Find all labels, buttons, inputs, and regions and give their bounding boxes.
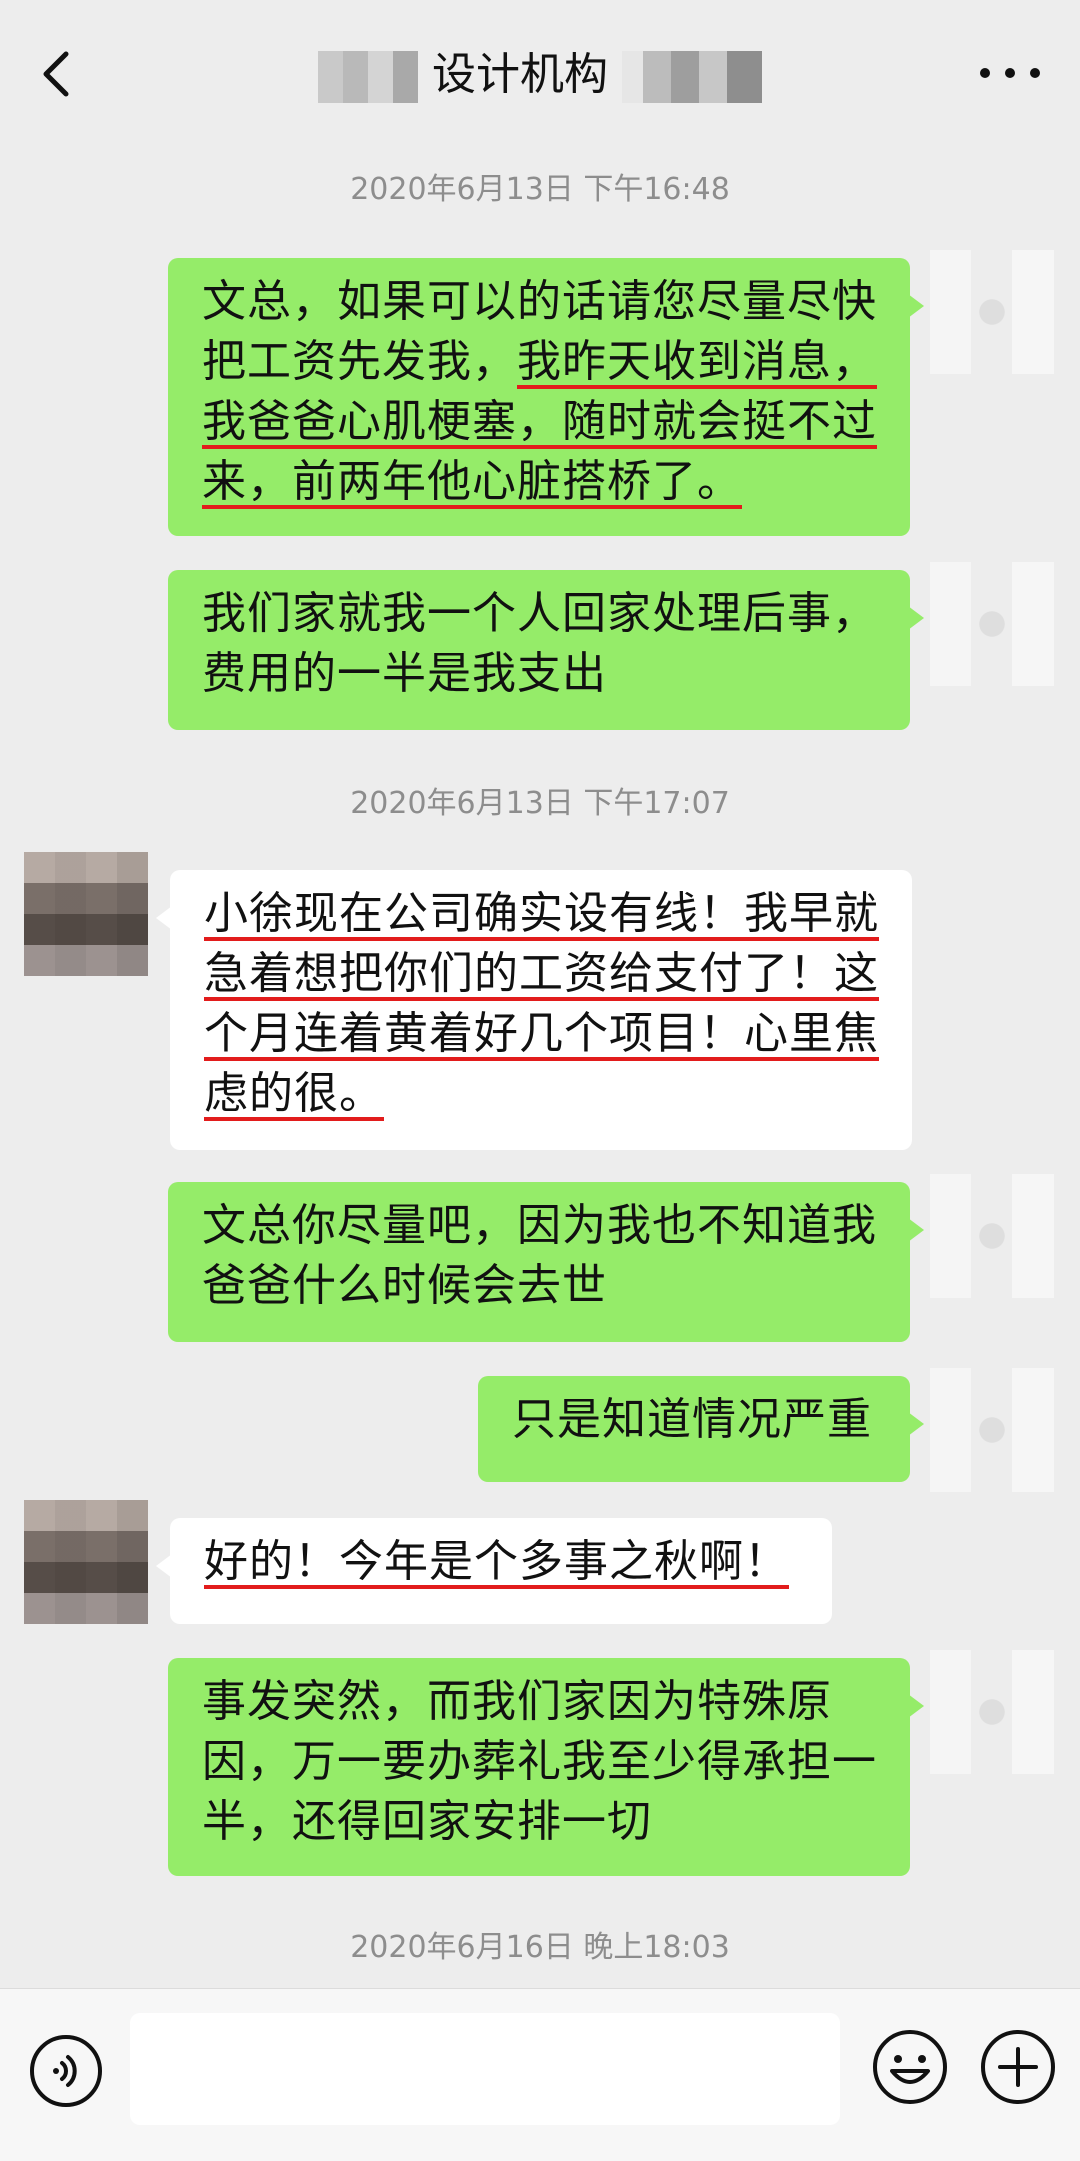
- more-dots-icon[interactable]: [980, 58, 1040, 88]
- timestamp: 2020年6月16日 晚上18:03: [350, 1930, 730, 1965]
- message-text-underlined: 我昨天收到消息，: [517, 336, 877, 387]
- message-text-underlined: 个月连着黄着好几个项目！心里焦: [204, 1008, 879, 1059]
- message-text-line: 我们家就我一个人回家处理后事，: [202, 588, 877, 639]
- redacted-name-mosaic: [622, 51, 762, 103]
- message-text-line: 爸爸什么时候会去世: [202, 1260, 607, 1311]
- input-bar: [0, 1988, 1080, 2161]
- message-text-line: 只是知道情况严重: [512, 1394, 872, 1445]
- message-text-line: 小徐现在公司确实设有线！我早就: [204, 888, 879, 939]
- message-text-underlined: 急着想把你们的工资给支付了！这: [204, 948, 879, 999]
- message-bubble-sent[interactable]: 只是知道情况严重: [478, 1376, 924, 1482]
- message-bubble-sent[interactable]: 事发突然，而我们家因为特殊原 因，万一要办葬礼我至少得承担一 半，还得回家安排一…: [168, 1658, 924, 1876]
- redacted-name-mosaic: [318, 51, 418, 103]
- contact-avatar[interactable]: [24, 1500, 148, 1624]
- message-text-underlined: 来，前两年他心脏搭桥了。: [202, 456, 742, 507]
- message-bubble-received[interactable]: 小徐现在公司确实设有线！我早就 急着想把你们的工资给支付了！这 个月连着黄着好几…: [156, 870, 912, 1150]
- message-text-underlined: 虑的很。: [204, 1068, 384, 1119]
- message-text-underlined: 我爸爸心肌梗塞，随时就会挺不过: [202, 396, 877, 447]
- chat-title-area: 设计机构: [0, 40, 1080, 110]
- message-text-line: 因，万一要办葬礼我至少得承担一: [202, 1736, 877, 1787]
- message-bubble-sent[interactable]: 文总你尽量吧，因为我也不知道我 爸爸什么时候会去世: [168, 1182, 924, 1342]
- message-bubble-sent[interactable]: 我们家就我一个人回家处理后事， 费用的一半是我支出: [168, 570, 924, 730]
- message-input[interactable]: [130, 2013, 840, 2125]
- message-text-line: 把工资先发我，: [202, 336, 517, 387]
- my-avatar[interactable]: [930, 562, 1054, 686]
- message-text-line: 事发突然，而我们家因为特殊原: [202, 1676, 832, 1727]
- my-avatar[interactable]: [930, 1650, 1054, 1774]
- message-bubble-sent[interactable]: 文总，如果可以的话请您尽量尽快 把工资先发我，我昨天收到消息， 我爸爸心肌梗塞，…: [168, 258, 924, 536]
- contact-avatar[interactable]: [24, 852, 148, 976]
- timestamp: 2020年6月13日 下午17:07: [350, 786, 730, 821]
- chat-header: 设计机构: [0, 0, 1080, 150]
- message-text-line: 文总你尽量吧，因为我也不知道我: [202, 1200, 877, 1251]
- my-avatar[interactable]: [930, 1368, 1054, 1492]
- emoji-icon[interactable]: [870, 2027, 950, 2107]
- message-bubble-received[interactable]: 好的！今年是个多事之秋啊！: [156, 1518, 832, 1624]
- chat-title: 设计机构: [432, 49, 608, 100]
- my-avatar[interactable]: [930, 1174, 1054, 1298]
- voice-icon[interactable]: [28, 2033, 104, 2109]
- my-avatar[interactable]: [930, 250, 1054, 374]
- message-text-line: 文总，如果可以的话请您尽量尽快: [202, 276, 877, 327]
- message-text-line: 费用的一半是我支出: [202, 648, 607, 699]
- message-text-line: 半，还得回家安排一切: [202, 1796, 652, 1847]
- plus-icon[interactable]: [978, 2027, 1058, 2107]
- message-text-underlined: 好的！今年是个多事之秋啊！: [204, 1536, 789, 1587]
- timestamp: 2020年6月13日 下午16:48: [350, 172, 730, 207]
